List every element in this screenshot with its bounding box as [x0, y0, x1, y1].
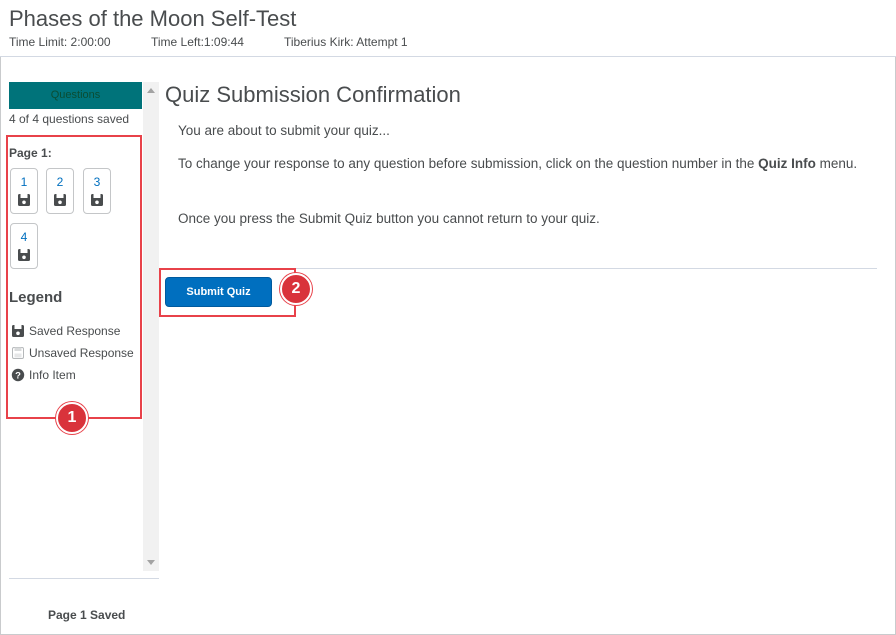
sidebar-scrollbar[interactable]	[143, 82, 159, 571]
callout-box-2	[159, 268, 296, 317]
page-title: Quiz Submission Confirmation	[165, 82, 461, 107]
saved-count: 4 of 4 questions saved	[9, 112, 130, 126]
time-limit: Time Limit: 2:00:00	[9, 35, 111, 49]
instruction-text: To change your response to any question …	[178, 156, 759, 171]
page-saved-status: Page 1 Saved	[48, 608, 126, 622]
change-response-instructions: To change your response to any question …	[178, 153, 868, 174]
no-return-warning: Once you press the Submit Quiz button yo…	[178, 211, 600, 226]
callout-badge-1: 1	[56, 402, 88, 434]
time-left: Time Left:1:09:44	[151, 35, 244, 49]
scroll-up-icon[interactable]	[147, 88, 155, 93]
quiz-header: Phases of the Moon Self-Test Time Limit:…	[0, 0, 896, 57]
questions-toggle-button[interactable]: Questions	[9, 82, 142, 109]
attempt-info: Tiberius Kirk: Attempt 1	[284, 35, 408, 49]
quiz-title: Phases of the Moon Self-Test	[9, 6, 297, 31]
callout-box-1	[6, 135, 142, 419]
sidebar-divider	[9, 578, 159, 579]
quiz-info-label: Quiz Info	[758, 156, 816, 171]
callout-badge-2: 2	[280, 273, 312, 305]
scroll-down-icon[interactable]	[147, 560, 155, 565]
instruction-text-end: menu.	[815, 156, 858, 171]
submit-notice: You are about to submit your quiz...	[178, 123, 390, 138]
